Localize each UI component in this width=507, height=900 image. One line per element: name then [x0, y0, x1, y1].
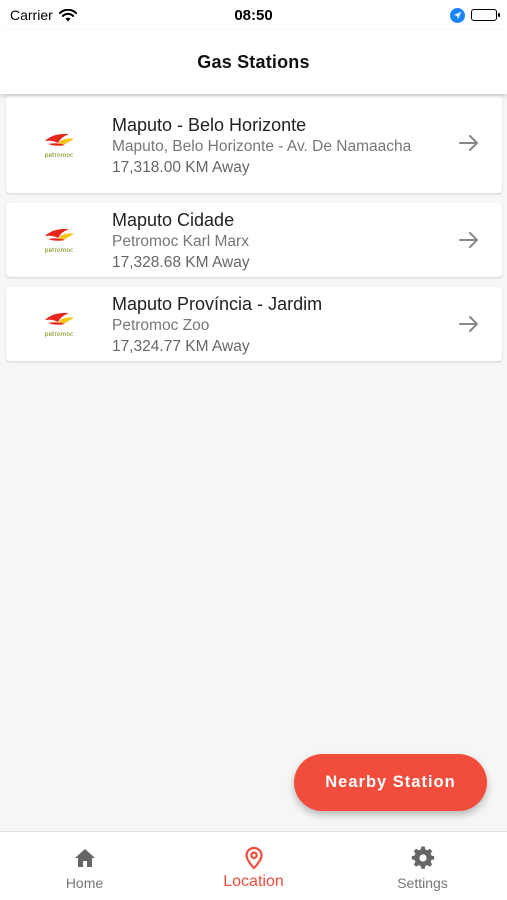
- logo-text: petromoc: [45, 247, 74, 254]
- station-card[interactable]: petromoc Maputo Província - Jardim Petro…: [6, 287, 502, 361]
- station-distance: 17,324.77 KM Away: [112, 338, 250, 355]
- gear-icon: [411, 846, 434, 869]
- petromoc-logo-icon: petromoc: [45, 312, 74, 338]
- carrier-label: Carrier: [10, 7, 53, 23]
- station-logo: petromoc: [6, 131, 112, 161]
- station-info: Maputo - Belo Horizonte Maputo, Belo Hor…: [112, 114, 502, 178]
- nav-item-location[interactable]: Location: [169, 832, 338, 900]
- station-distance: 17,318.00 KM Away: [112, 158, 250, 176]
- status-right: [450, 7, 500, 23]
- location-arrow-icon: [450, 7, 465, 23]
- station-logo: petromoc: [6, 310, 112, 340]
- station-logo: petromoc: [6, 226, 112, 256]
- nav-label-location: Location: [223, 873, 284, 890]
- station-address: Maputo, Belo Horizonte - Av. De Namaacha: [112, 137, 412, 155]
- app-header: Gas Stations: [0, 30, 507, 94]
- station-card[interactable]: petromoc Maputo - Belo Horizonte Maputo,…: [6, 96, 502, 193]
- petromoc-logo-icon: petromoc: [45, 228, 74, 254]
- station-info: Maputo Província - Jardim Petromoc Zoo 1…: [112, 293, 502, 357]
- logo-text: petromoc: [45, 331, 74, 338]
- logo-text: petromoc: [45, 152, 74, 159]
- nearby-station-button[interactable]: Nearby Station: [294, 754, 487, 811]
- nav-label-home: Home: [65, 875, 104, 891]
- station-info: Maputo Cidade Petromoc Karl Marx 17,328.…: [112, 209, 502, 273]
- station-list: petromoc Maputo - Belo Horizonte Maputo,…: [6, 96, 502, 361]
- status-bar: Carrier 08:50: [0, 0, 507, 30]
- station-name: Maputo Cidade: [112, 210, 235, 230]
- station-name: Maputo - Belo Horizonte: [112, 114, 307, 135]
- arrow-right-icon[interactable]: [458, 313, 480, 335]
- station-address: Petromoc Karl Marx: [112, 233, 249, 250]
- status-left: Carrier: [10, 7, 77, 23]
- arrow-right-icon[interactable]: [458, 132, 480, 154]
- station-card[interactable]: petromoc Maputo Cidade Petromoc Karl Mar…: [6, 203, 502, 277]
- arrow-right-icon[interactable]: [458, 229, 480, 251]
- location-pin-icon: [244, 846, 263, 870]
- station-name: Maputo Província - Jardim: [112, 294, 323, 314]
- status-time: 08:50: [234, 6, 273, 24]
- wifi-icon: [58, 8, 77, 21]
- station-address: Petromoc Zoo: [112, 317, 210, 334]
- petromoc-logo-icon: petromoc: [45, 133, 74, 159]
- battery-icon: [471, 9, 500, 21]
- home-icon: [74, 849, 95, 867]
- nav-item-settings[interactable]: Settings: [338, 832, 507, 900]
- bottom-nav: Home Location Settings: [0, 831, 507, 900]
- nav-label-settings: Settings: [397, 875, 448, 891]
- page-title: Gas Stations: [197, 51, 310, 72]
- nav-item-home[interactable]: Home: [0, 832, 169, 900]
- station-distance: 17,328.68 KM Away: [112, 254, 250, 271]
